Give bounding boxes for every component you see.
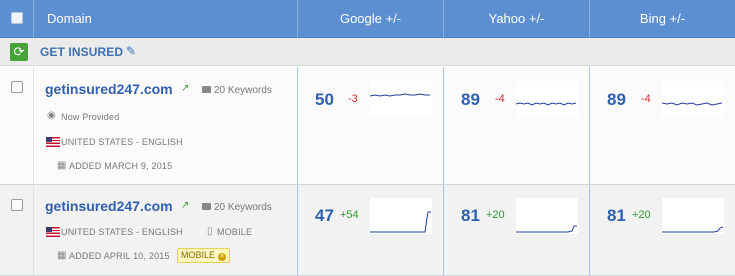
google-change: +54 (340, 209, 359, 221)
header-domain[interactable]: Domain (33, 0, 297, 38)
group-title[interactable]: GET INSURED (40, 45, 123, 59)
mobile-icon: ▯ (207, 226, 213, 237)
select-all-checkbox[interactable] (11, 12, 23, 24)
keywords-count[interactable]: 20 Keywords (202, 85, 272, 96)
domain-link[interactable]: getinsured247.com (45, 198, 173, 214)
yahoo-rank: 89 (461, 90, 480, 109)
bing-rank: 89 (607, 90, 626, 109)
header-select-cell (0, 0, 33, 38)
yahoo-rank: 81 (461, 206, 480, 225)
device-text: MOBILE (217, 227, 253, 237)
row-checkbox[interactable] (11, 199, 23, 211)
us-flag-icon (46, 227, 60, 237)
yahoo-change: +20 (486, 209, 505, 221)
domain-link[interactable]: getinsured247.com (45, 81, 173, 97)
keywords-label: 20 Keywords (214, 85, 272, 96)
table-header: Domain Google +/- Yahoo +/- Bing +/- (0, 0, 735, 38)
badge-remove-icon[interactable]: × (218, 253, 227, 261)
keywords-icon (202, 86, 211, 93)
us-flag-icon (46, 137, 60, 147)
mobile-badge-label: MOBILE (181, 250, 216, 260)
calendar-icon: ▦ (57, 160, 67, 171)
locale-text: UNITED STATES - ENGLISH (61, 137, 183, 147)
external-link-icon[interactable]: ↗ (181, 200, 189, 211)
keywords-count[interactable]: 20 Keywords (202, 202, 272, 213)
google-sparkline[interactable] (370, 81, 432, 117)
status-text: Now Provided (61, 112, 120, 122)
added-date: ADDED APRIL 10, 2015 (69, 251, 170, 261)
row-checkbox[interactable] (11, 81, 23, 93)
bing-sparkline[interactable] (662, 81, 724, 117)
table-row: getinsured247.com ↗ 20 Keywords ◉ Now Pr… (0, 67, 735, 185)
bing-sparkline[interactable] (662, 198, 724, 234)
header-yahoo[interactable]: Yahoo +/- (443, 0, 589, 38)
keywords-label: 20 Keywords (214, 202, 272, 213)
group-row: ⟳ GET INSURED ✎ (0, 38, 735, 66)
header-bing[interactable]: Bing +/- (589, 0, 735, 38)
table-row: getinsured247.com ↗ 20 Keywords UNITED S… (0, 185, 735, 276)
google-sparkline[interactable] (370, 198, 432, 234)
bing-change: -4 (641, 93, 651, 105)
added-date: ADDED MARCH 9, 2015 (69, 161, 173, 171)
yahoo-change: -4 (495, 93, 505, 105)
yahoo-sparkline[interactable] (516, 198, 578, 234)
eye-icon: ◉ (47, 110, 56, 121)
yahoo-sparkline[interactable] (516, 81, 578, 117)
rankings-table: Domain Google +/- Yahoo +/- Bing +/- ⟳ G… (0, 0, 735, 276)
google-rank: 47 (315, 206, 334, 225)
bing-rank: 81 (607, 206, 626, 225)
calendar-icon: ▦ (57, 250, 67, 261)
google-rank: 50 (315, 90, 334, 109)
external-link-icon[interactable]: ↗ (181, 83, 189, 94)
header-google[interactable]: Google +/- (297, 0, 443, 38)
keywords-icon (202, 203, 211, 210)
locale-text: UNITED STATES - ENGLISH (61, 227, 183, 237)
bing-change: +20 (632, 209, 651, 221)
edit-icon[interactable]: ✎ (126, 44, 136, 58)
mobile-badge[interactable]: MOBILE × (177, 248, 231, 263)
google-change: -3 (348, 93, 358, 105)
refresh-icon[interactable]: ⟳ (10, 43, 28, 61)
